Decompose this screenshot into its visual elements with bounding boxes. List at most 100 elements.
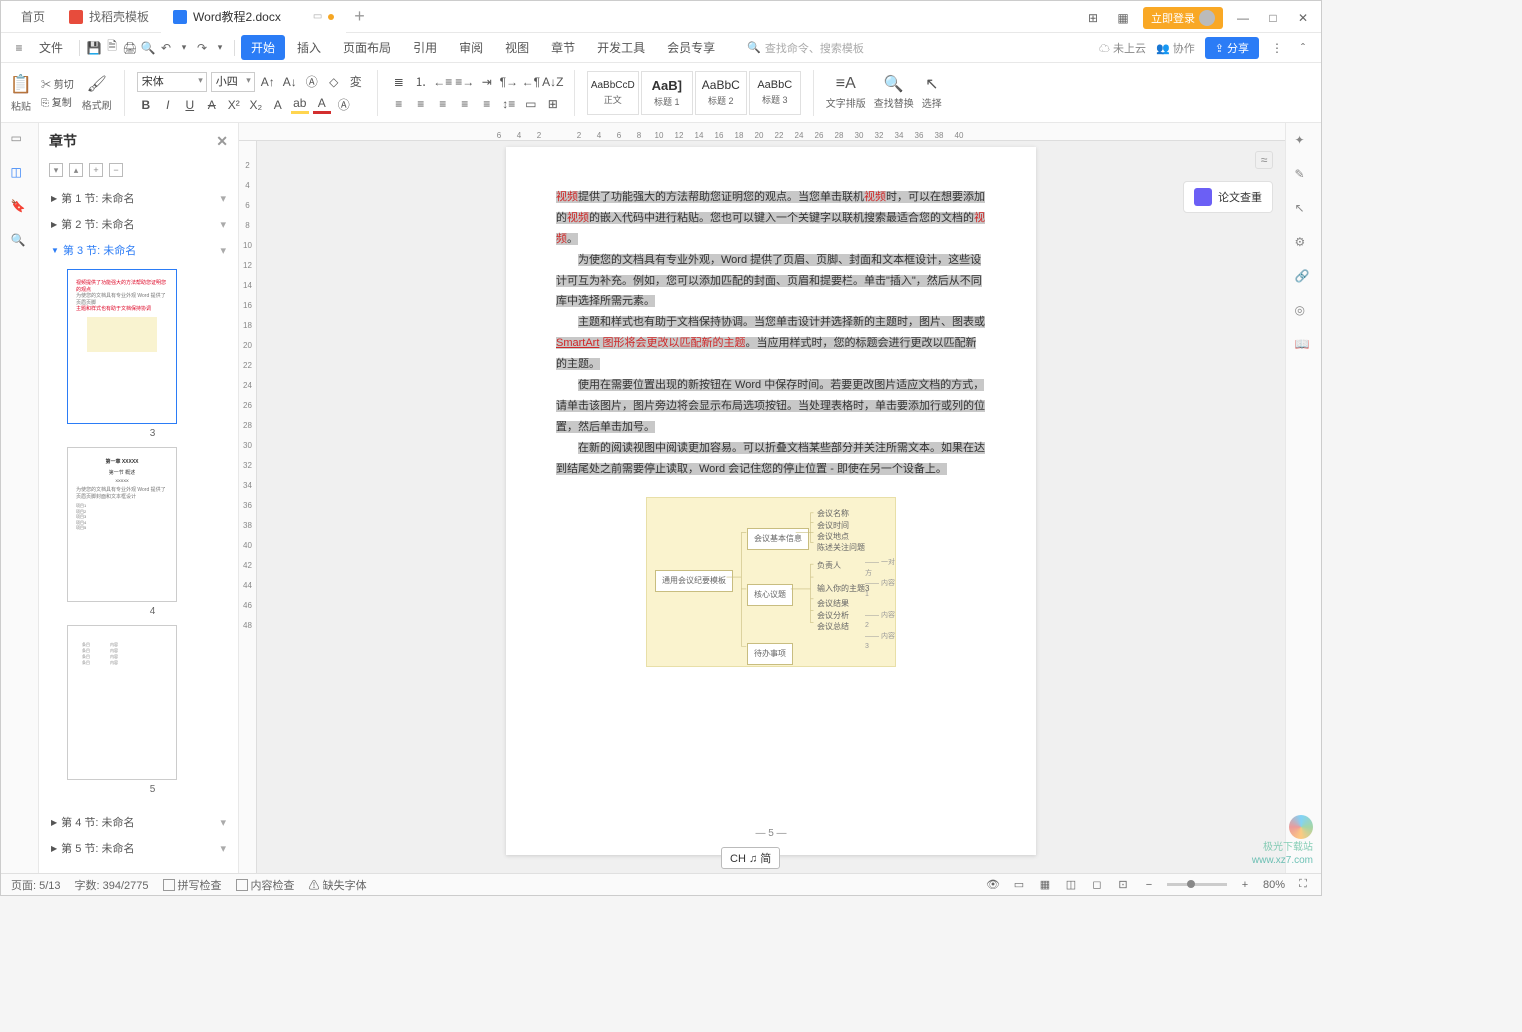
preview-icon[interactable]: 🔍 — [140, 40, 156, 56]
numbering-button[interactable]: ⒈ — [412, 73, 430, 91]
shading-button[interactable]: ▭ — [522, 95, 540, 113]
word-count[interactable]: 字数: 394/2775 — [75, 877, 149, 893]
style-normal[interactable]: AaBbCcD正文 — [587, 71, 639, 115]
collapse-ribbon-icon[interactable]: ˆ — [1295, 40, 1311, 56]
spell-check-toggle[interactable]: 拼写检查 — [163, 877, 222, 893]
text-effect-button[interactable]: A — [269, 96, 287, 114]
layout-icon[interactable]: ⊞ — [1083, 8, 1103, 28]
zoom-slider[interactable] — [1167, 883, 1227, 886]
cloud-status[interactable]: ☁ 未上云 — [1099, 40, 1146, 56]
outline-icon[interactable]: ▭ — [11, 131, 29, 149]
indent-button[interactable]: ≡→ — [456, 73, 474, 91]
underline-button[interactable]: U — [181, 96, 199, 114]
target-icon[interactable]: ◎ — [1295, 303, 1313, 321]
superscript-button[interactable]: X² — [225, 96, 243, 114]
login-button[interactable]: 立即登录 — [1143, 7, 1223, 29]
more-icon[interactable]: ⋮ — [1269, 40, 1285, 56]
view-focus-icon[interactable]: ◻ — [1089, 877, 1105, 893]
cut-button[interactable]: ✂ 剪切 — [41, 76, 74, 91]
add-section-icon[interactable]: + — [89, 163, 103, 177]
find-icon[interactable]: 🔍 — [11, 233, 29, 251]
vertical-ruler[interactable]: 2468101214161820222426283032343638404244… — [239, 141, 257, 875]
view-print-icon[interactable]: ▭ — [1011, 877, 1027, 893]
decrease-font-icon[interactable]: A↓ — [281, 73, 299, 91]
find-replace-button[interactable]: 🔍查找替换 — [874, 65, 914, 121]
style-h2[interactable]: AaBbC标题 2 — [695, 71, 747, 115]
collapse-all-icon[interactable]: ▴ — [69, 163, 83, 177]
distribute-button[interactable]: ≡ — [478, 95, 496, 113]
bold-button[interactable]: B — [137, 96, 155, 114]
print-icon[interactable]: 🖨 — [122, 40, 138, 56]
document-page[interactable]: 视频提供了功能强大的方法帮助您证明您的观点。当您单击联机视频时，可以在想要添加的… — [506, 147, 1036, 855]
content-check-toggle[interactable]: 内容检查 — [236, 877, 295, 893]
menu-vip[interactable]: 会员专享 — [657, 35, 725, 60]
tabs-button[interactable]: ⇥ — [478, 73, 496, 91]
font-color-button[interactable]: A — [313, 96, 331, 114]
collab-button[interactable]: 👥 协作 — [1156, 40, 1195, 56]
clear-format-icon[interactable]: ◇ — [325, 73, 343, 91]
menu-start[interactable]: 开始 — [241, 35, 285, 60]
paper-check-button[interactable]: 论文查重 — [1183, 181, 1273, 213]
missing-font[interactable]: ⚠ 缺失字体 — [309, 877, 367, 893]
menu-ref[interactable]: 引用 — [403, 35, 447, 60]
tab-template[interactable]: 找稻壳模板 — [57, 1, 161, 33]
font-size-select[interactable]: 小四 — [211, 72, 255, 92]
outdent-button[interactable]: ←≡ — [434, 73, 452, 91]
paste-group[interactable]: 📋 粘贴 — [9, 65, 33, 121]
panel-close-button[interactable]: ✕ — [216, 133, 228, 150]
view-web-icon[interactable]: ▦ — [1037, 877, 1053, 893]
subscript-button[interactable]: X₂ — [247, 96, 265, 114]
zoom-fit-icon[interactable]: ⊡ — [1115, 877, 1131, 893]
char-border-button[interactable]: Ⓐ — [335, 96, 353, 114]
sort-button[interactable]: A↓Z — [544, 73, 562, 91]
section-item[interactable]: ▶第 1 节: 未命名▾ — [39, 185, 238, 211]
style-gallery[interactable]: AaBbCcD正文 AaB]标题 1 AaBbC标题 2 AaBbC标题 3 — [587, 71, 801, 115]
menu-review[interactable]: 审阅 — [449, 35, 493, 60]
section-item[interactable]: ▶第 2 节: 未命名▾ — [39, 211, 238, 237]
zoom-in-button[interactable]: + — [1237, 877, 1253, 893]
format-painter[interactable]: 🖌 格式刷 — [82, 65, 112, 121]
collapse-floater[interactable]: ≈ — [1255, 151, 1273, 169]
settings-icon[interactable]: ⚙ — [1295, 235, 1313, 253]
style-h1[interactable]: AaB]标题 1 — [641, 71, 693, 115]
align-right-button[interactable]: ≡ — [434, 95, 452, 113]
bullets-button[interactable]: ≣ — [390, 73, 408, 91]
borders-button[interactable]: ⊞ — [544, 95, 562, 113]
phonetic-icon[interactable]: 変 — [347, 73, 365, 91]
undo-icon[interactable]: ↶ — [158, 40, 174, 56]
align-left-button[interactable]: ≡ — [390, 95, 408, 113]
ltr-button[interactable]: ¶→ — [500, 73, 518, 91]
remove-section-icon[interactable]: − — [109, 163, 123, 177]
italic-button[interactable]: I — [159, 96, 177, 114]
cursor-icon[interactable]: ↖ — [1295, 201, 1313, 219]
undo-dropdown[interactable]: ▾ — [176, 40, 192, 56]
section-item-active[interactable]: ▼第 3 节: 未命名▾ — [39, 237, 238, 263]
increase-font-icon[interactable]: A↑ — [259, 73, 277, 91]
redo-dropdown[interactable]: ▾ — [212, 40, 228, 56]
minimize-button[interactable]: — — [1233, 8, 1253, 28]
rtl-button[interactable]: ←¶ — [522, 73, 540, 91]
justify-button[interactable]: ≡ — [456, 95, 474, 113]
save-as-icon[interactable]: 🗎 — [104, 40, 120, 56]
ime-indicator[interactable]: CH ♫ 简 — [721, 847, 780, 869]
line-spacing-button[interactable]: ↕≡ — [500, 95, 518, 113]
zoom-level[interactable]: 80% — [1263, 879, 1285, 891]
link-icon[interactable]: 🔗 — [1295, 269, 1313, 287]
tab-document[interactable]: Word教程2.docx ▭ — [161, 1, 346, 33]
menu-section[interactable]: 章节 — [541, 35, 585, 60]
menu-dev[interactable]: 开发工具 — [587, 35, 655, 60]
section-item[interactable]: ▶第 4 节: 未命名▾ — [39, 809, 238, 835]
edit-icon[interactable]: ✎ — [1295, 167, 1313, 185]
zoom-out-button[interactable]: − — [1141, 877, 1157, 893]
page-thumbnail[interactable]: 第一章 XXXXX 第一节 概述 XXXXX 为使您的文档具有专业外观 Word… — [67, 447, 177, 602]
menu-view[interactable]: 视图 — [495, 35, 539, 60]
new-tab-button[interactable]: + — [346, 6, 373, 27]
select-button[interactable]: ↖选择 — [922, 65, 942, 121]
change-case-icon[interactable]: Ⓐ — [303, 73, 321, 91]
tab-options-icon[interactable]: ▭ — [313, 11, 322, 22]
text-layout-button[interactable]: ≡A文字排版 — [826, 65, 866, 121]
menu-insert[interactable]: 插入 — [287, 35, 331, 60]
bookmark-icon[interactable]: 🔖 — [11, 199, 29, 217]
menu-icon[interactable]: ≡ — [11, 40, 27, 56]
search-input[interactable]: 🔍 查找命令、搜索模板 — [747, 40, 864, 56]
